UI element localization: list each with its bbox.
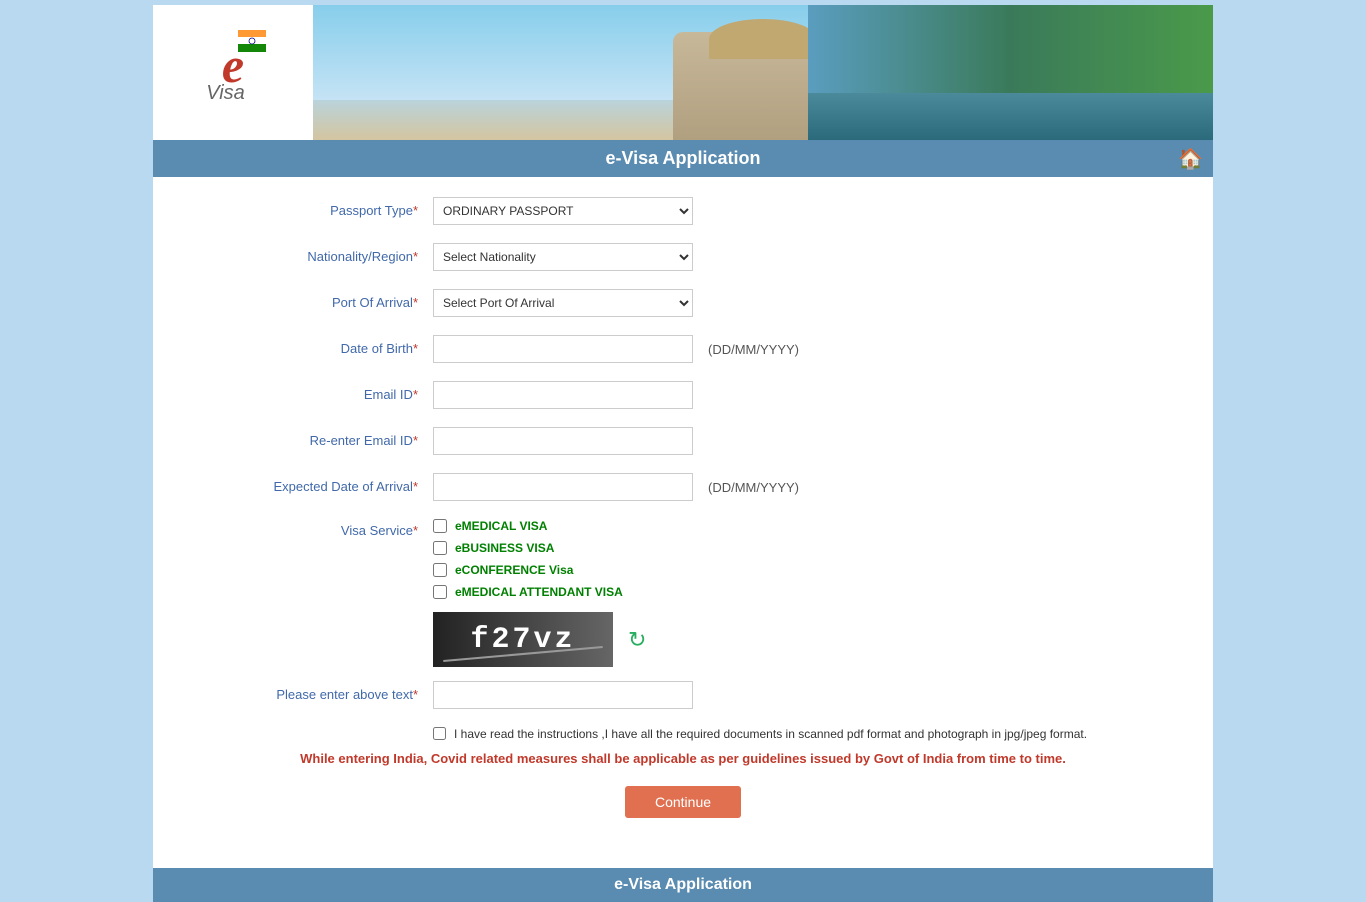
dob-control: (DD/MM/YYYY) [433, 335, 1173, 363]
email-input[interactable] [433, 381, 693, 409]
reenter-email-row: Re-enter Email ID* [193, 427, 1173, 459]
ebusiness-visa-label: eBUSINESS VISA [455, 541, 554, 555]
nationality-row: Nationality/Region* Select Nationality [193, 243, 1173, 275]
passport-type-label: Passport Type* [193, 197, 433, 218]
expected-arrival-control: (DD/MM/YYYY) [433, 473, 1173, 501]
instructions-row: I have read the instructions ,I have all… [433, 727, 1173, 741]
visa-service-control: eMEDICAL VISA eBUSINESS VISA eCONFERENCE… [433, 519, 1173, 667]
captcha-input-row: Please enter above text* [193, 681, 1173, 713]
econference-visa-item: eCONFERENCE Visa [433, 563, 646, 577]
visa-service-checkboxes: eMEDICAL VISA eBUSINESS VISA eCONFERENCE… [433, 519, 646, 667]
emedical-visa-item: eMEDICAL VISA [433, 519, 646, 533]
captcha-input-control [433, 681, 1173, 709]
captcha-input[interactable] [433, 681, 693, 709]
header-banner: e Visa [153, 5, 1213, 140]
home-icon[interactable]: 🏠 [1178, 146, 1203, 171]
port-arrival-label: Port Of Arrival* [193, 289, 433, 310]
ebusiness-visa-checkbox[interactable] [433, 541, 447, 555]
econference-visa-checkbox[interactable] [433, 563, 447, 577]
dob-row: Date of Birth* (DD/MM/YYYY) [193, 335, 1173, 367]
footer-title: e-Visa Application [614, 876, 752, 893]
captcha-area: f27vz ↻ [433, 612, 646, 667]
expected-arrival-format-hint: (DD/MM/YYYY) [708, 480, 799, 495]
port-arrival-select[interactable]: Select Port Of Arrival [433, 289, 693, 317]
econference-visa-label: eCONFERENCE Visa [455, 563, 573, 577]
dob-format-hint: (DD/MM/YYYY) [708, 342, 799, 357]
captcha-text: f27vz [470, 623, 575, 657]
page-title-bar: e-Visa Application 🏠 [153, 140, 1213, 177]
emedical-attendant-visa-label: eMEDICAL ATTENDANT VISA [455, 585, 623, 599]
logo-flag-icon [238, 30, 266, 52]
email-control [433, 381, 1173, 409]
expected-arrival-row: Expected Date of Arrival* (DD/MM/YYYY) [193, 473, 1173, 505]
covid-notice: While entering India, Covid related meas… [193, 751, 1173, 766]
passport-type-row: Passport Type* ORDINARY PASSPORT OFFICIA… [193, 197, 1173, 229]
email-label: Email ID* [193, 381, 433, 402]
port-arrival-row: Port Of Arrival* Select Port Of Arrival [193, 289, 1173, 321]
main-content: Passport Type* ORDINARY PASSPORT OFFICIA… [153, 177, 1213, 868]
emedical-attendant-visa-checkbox[interactable] [433, 585, 447, 599]
dob-label: Date of Birth* [193, 335, 433, 356]
emedical-visa-label: eMEDICAL VISA [455, 519, 547, 533]
nationality-select[interactable]: Select Nationality [433, 243, 693, 271]
ebusiness-visa-item: eBUSINESS VISA [433, 541, 646, 555]
expected-arrival-input[interactable] [433, 473, 693, 501]
visa-service-row: Visa Service* eMEDICAL VISA eBUSINESS VI… [193, 519, 1173, 667]
port-arrival-control: Select Port Of Arrival [433, 289, 1173, 317]
page-title: e-Visa Application [605, 148, 760, 169]
nationality-label: Nationality/Region* [193, 243, 433, 264]
instructions-checkbox[interactable] [433, 727, 446, 740]
logo-container: e Visa [153, 5, 313, 140]
captcha-input-label: Please enter above text* [193, 681, 433, 702]
reenter-email-control [433, 427, 1173, 455]
expected-arrival-label: Expected Date of Arrival* [193, 473, 433, 494]
reenter-email-label: Re-enter Email ID* [193, 427, 433, 448]
captcha-image: f27vz [433, 612, 613, 667]
emedical-visa-checkbox[interactable] [433, 519, 447, 533]
visa-service-label: Visa Service* [193, 519, 433, 538]
nationality-control: Select Nationality [433, 243, 1173, 271]
dob-input[interactable] [433, 335, 693, 363]
banner-image [313, 5, 1213, 140]
continue-button[interactable]: Continue [625, 786, 741, 818]
instructions-text: I have read the instructions ,I have all… [454, 727, 1087, 741]
passport-type-select[interactable]: ORDINARY PASSPORT OFFICIAL PASSPORT DIPL… [433, 197, 693, 225]
continue-area: Continue [193, 786, 1173, 818]
email-row: Email ID* [193, 381, 1173, 413]
passport-type-control: ORDINARY PASSPORT OFFICIAL PASSPORT DIPL… [433, 197, 1173, 225]
emedical-attendant-visa-item: eMEDICAL ATTENDANT VISA [433, 585, 646, 599]
captcha-refresh-icon[interactable]: ↻ [628, 627, 646, 653]
reenter-email-input[interactable] [433, 427, 693, 455]
footer-title-bar: e-Visa Application [153, 868, 1213, 902]
